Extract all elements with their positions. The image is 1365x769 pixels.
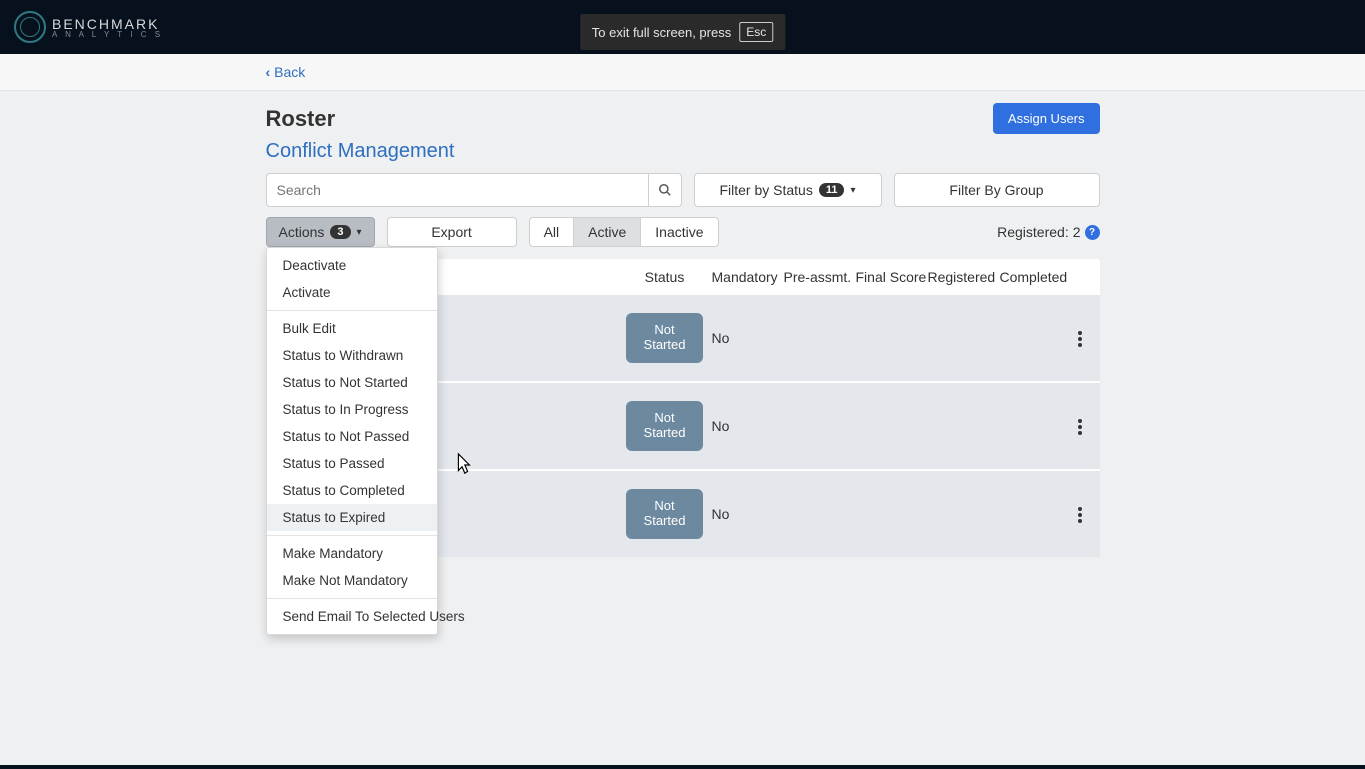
- cell-menu: [1060, 498, 1088, 529]
- tab-inactive[interactable]: Inactive: [641, 218, 717, 246]
- actions-menu-item[interactable]: Activate: [267, 279, 437, 306]
- registered-label: Registered:: [997, 224, 1069, 240]
- actions-menu-item[interactable]: Make Not Mandatory: [267, 567, 437, 594]
- back-strip: ‹ Back: [0, 54, 1365, 91]
- brand-logo-icon: [14, 11, 46, 43]
- actions-menu-item[interactable]: Send Email To Selected Users: [267, 603, 437, 630]
- table-header-pre-assmt: Pre-assmt.: [784, 269, 856, 285]
- cell-mandatory: No: [712, 506, 784, 522]
- dropdown-divider: [267, 535, 437, 536]
- status-tab-group: All Active Inactive: [529, 217, 719, 247]
- search-input[interactable]: [266, 173, 648, 207]
- cell-status: NotStarted: [618, 313, 712, 363]
- brand-text-wrap: BENCHMARK A N A L Y T I C S: [52, 16, 163, 39]
- cell-mandatory: No: [712, 418, 784, 434]
- dropdown-divider: [267, 598, 437, 599]
- caret-down-icon: ▾: [357, 227, 362, 238]
- actions-count: 3: [330, 225, 350, 239]
- actions-menu-item[interactable]: Deactivate: [267, 252, 437, 279]
- table-header-menu: [1067, 269, 1087, 285]
- row-kebab-menu[interactable]: [1072, 501, 1088, 529]
- row-kebab-menu[interactable]: [1072, 413, 1088, 441]
- page-title: Roster: [266, 106, 336, 132]
- table-header-completed: Completed: [1000, 269, 1068, 285]
- actions-dropdown-button[interactable]: Actions 3 ▾: [266, 217, 375, 247]
- fullscreen-hint-text: To exit full screen, press: [592, 25, 731, 40]
- brand: BENCHMARK A N A L Y T I C S: [14, 11, 163, 43]
- table-header-registered: Registered: [928, 269, 1000, 285]
- actions-menu-item[interactable]: Bulk Edit: [267, 315, 437, 342]
- cell-menu: [1060, 322, 1088, 353]
- actions-menu-item[interactable]: Status to Not Passed: [267, 423, 437, 450]
- row-kebab-menu[interactable]: [1072, 325, 1088, 353]
- assign-users-button[interactable]: Assign Users: [993, 103, 1100, 134]
- dropdown-divider: [267, 310, 437, 311]
- fullscreen-hint-key: Esc: [739, 22, 773, 42]
- table-header-status: Status: [618, 269, 712, 285]
- actions-label: Actions: [279, 224, 325, 240]
- caret-down-icon: ▾: [850, 185, 855, 196]
- back-link[interactable]: ‹ Back: [266, 64, 306, 80]
- back-link-label: Back: [274, 64, 305, 80]
- cell-mandatory: No: [712, 330, 784, 346]
- search-icon: [658, 183, 672, 197]
- actions-menu-item[interactable]: Status to Passed: [267, 450, 437, 477]
- filter-status-label: Filter by Status: [719, 182, 812, 198]
- help-icon[interactable]: ?: [1085, 225, 1100, 240]
- title-row: Roster Assign Users: [266, 103, 1100, 134]
- actions-menu-item[interactable]: Status to Not Started: [267, 369, 437, 396]
- content-area: Roster Assign Users Conflict Management …: [0, 91, 1365, 599]
- filter-by-group-button[interactable]: Filter By Group: [894, 173, 1100, 207]
- tab-all[interactable]: All: [530, 218, 575, 246]
- brand-subtext: A N A L Y T I C S: [52, 30, 163, 39]
- actions-menu-item[interactable]: Status to Withdrawn: [267, 342, 437, 369]
- filter-row: Filter by Status 11 ▾ Filter By Group: [266, 173, 1100, 207]
- actions-menu-item[interactable]: Status to Completed: [267, 477, 437, 504]
- status-badge: NotStarted: [626, 401, 704, 451]
- tab-active[interactable]: Active: [574, 218, 641, 246]
- actions-menu-item[interactable]: Make Mandatory: [267, 540, 437, 567]
- filter-by-status-button[interactable]: Filter by Status 11 ▾: [694, 173, 882, 207]
- status-badge: NotStarted: [626, 489, 704, 539]
- page-subtitle: Conflict Management: [266, 140, 1100, 163]
- table-header-final-score: Final Score: [856, 269, 928, 285]
- status-badge: NotStarted: [626, 313, 704, 363]
- actions-row: Actions 3 ▾ DeactivateActivateBulk EditS…: [266, 217, 1100, 247]
- filter-group-label: Filter By Group: [949, 182, 1043, 198]
- actions-dropdown-menu: DeactivateActivate Bulk EditStatus to Wit…: [266, 247, 438, 635]
- top-header-bar: BENCHMARK A N A L Y T I C S To exit full…: [0, 0, 1365, 54]
- filter-status-count: 11: [819, 183, 845, 197]
- search-wrap: [266, 173, 682, 207]
- table-header-mandatory: Mandatory: [712, 269, 784, 285]
- cell-status: NotStarted: [618, 489, 712, 539]
- actions-menu-item[interactable]: Status to In Progress: [267, 396, 437, 423]
- search-button[interactable]: [648, 173, 682, 207]
- export-button[interactable]: Export: [387, 217, 517, 247]
- cell-status: NotStarted: [618, 401, 712, 451]
- bottom-strip: [0, 765, 1365, 769]
- registered-count: 2: [1073, 224, 1081, 240]
- fullscreen-hint: To exit full screen, press Esc: [580, 14, 785, 50]
- registered-info: Registered: 2 ?: [997, 224, 1099, 240]
- cell-menu: [1060, 410, 1088, 441]
- chevron-left-icon: ‹: [266, 64, 271, 80]
- actions-menu-item[interactable]: Status to Expired: [267, 504, 437, 531]
